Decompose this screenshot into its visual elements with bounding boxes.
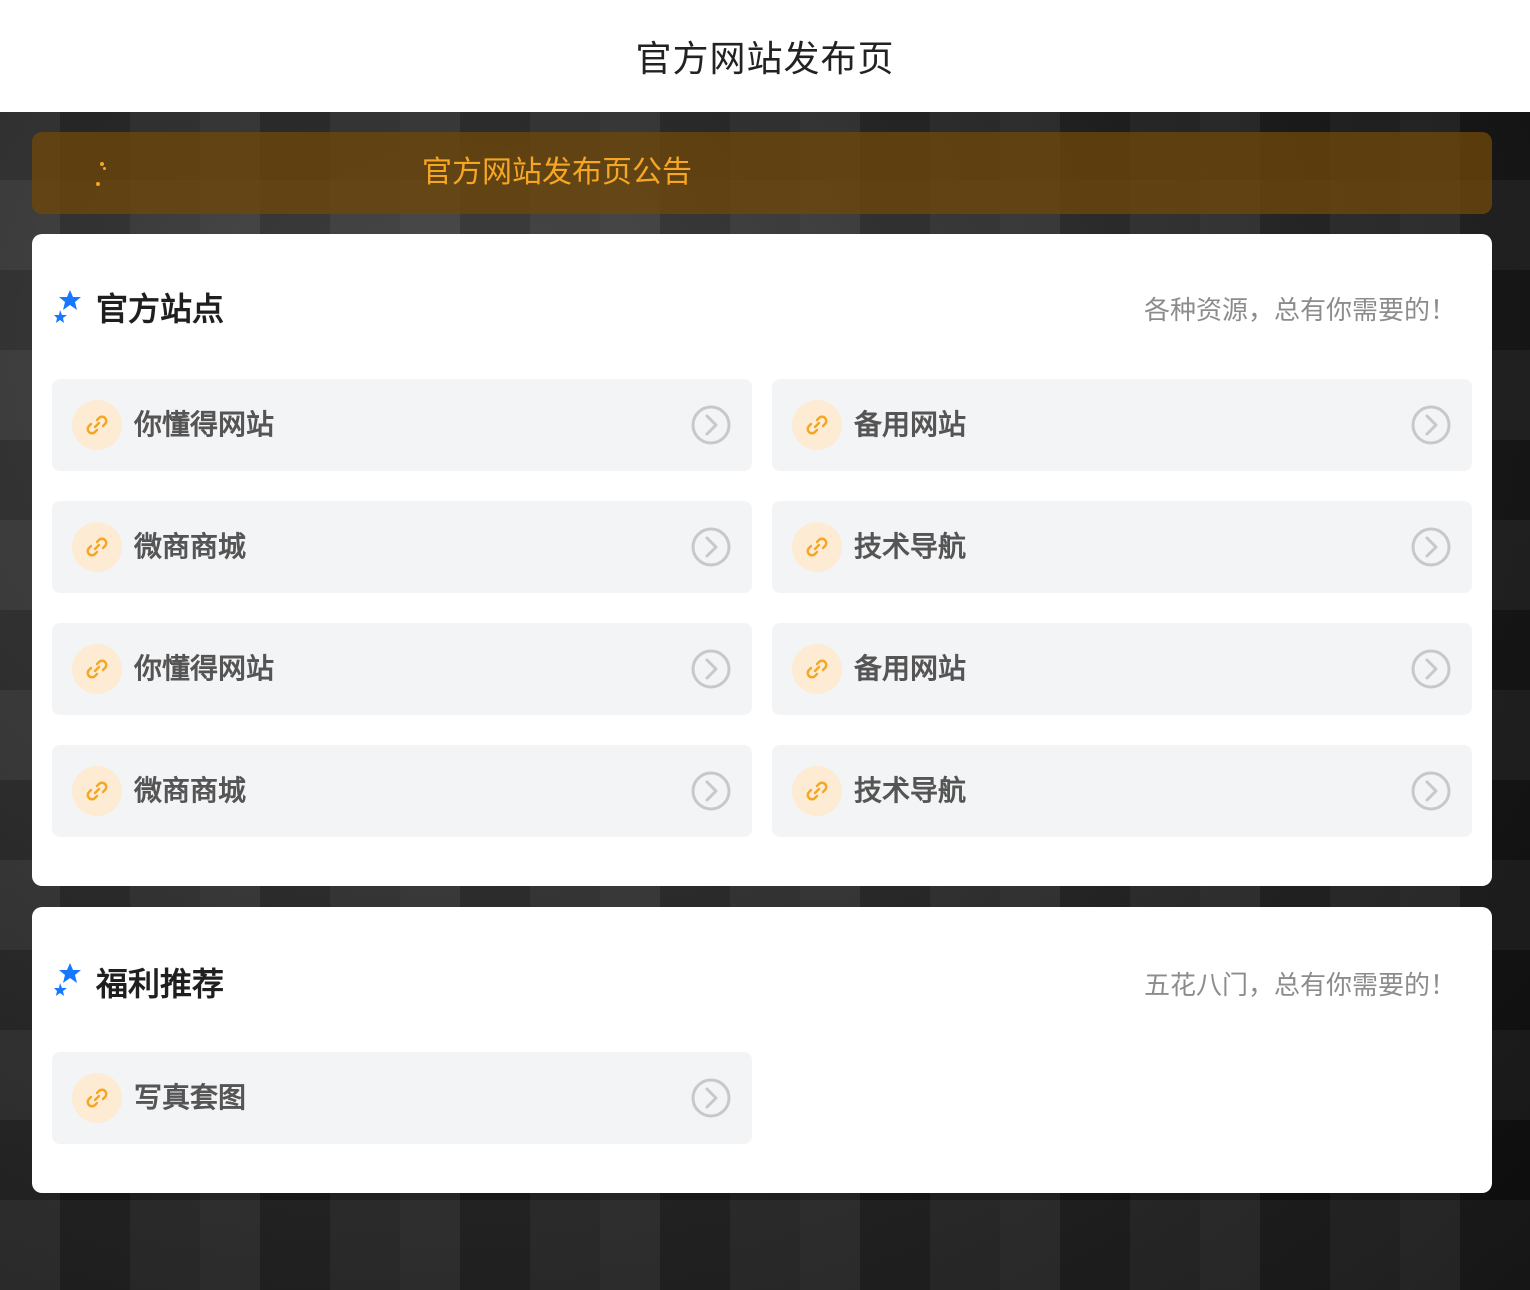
link-label: 备用网站 [854,652,967,685]
section-title: 官方站点 [96,290,225,328]
section-subtitle: 五花八门，总有你需要的！ [1143,971,1456,1001]
chevron-right-circle-icon [1411,405,1451,445]
site-link-item[interactable]: 你懂得网站 [52,379,752,471]
site-link-item[interactable]: 备用网站 [772,623,1472,715]
chevron-right-circle-icon [1411,527,1451,567]
site-link-item[interactable]: 写真套图 [52,1052,752,1144]
link-label: 备用网站 [854,408,967,441]
chevron-right-circle-icon [1411,649,1451,689]
link-label: 技术导航 [854,774,967,807]
section-header: 福利推荐 五花八门，总有你需要的！ [32,907,1492,1051]
chevron-right-circle-icon [691,1078,731,1118]
section-header: 官方站点 各种资源，总有你需要的！ [32,234,1492,378]
site-link-item[interactable]: 备用网站 [772,379,1472,471]
section-subtitle: 各种资源，总有你需要的！ [1143,296,1456,326]
notice-text: 官方网站发布页公告 [422,155,692,190]
section-title: 福利推荐 [96,965,225,1003]
link-icon [792,522,842,572]
star-badge-icon [54,963,81,996]
chevron-right-circle-icon [1411,771,1451,811]
section-welfare: 福利推荐 五花八门，总有你需要的！ 写真套图 [32,907,1492,1193]
chevron-right-circle-icon [691,527,731,567]
link-label: 微商商城 [134,774,247,807]
link-icon [792,644,842,694]
page-title: 官方网站发布页 [635,39,895,80]
loading-icon [92,162,112,190]
link-icon [72,400,122,450]
link-icon [72,644,122,694]
site-link-item[interactable]: 技术导航 [772,745,1472,837]
link-icon [792,400,842,450]
link-label: 你懂得网站 [134,652,275,685]
link-icon [72,766,122,816]
link-label: 技术导航 [854,530,967,563]
section-official-sites: 官方站点 各种资源，总有你需要的！ 你懂得网站 备用网站 微商商城 技术导航 你… [32,234,1492,886]
star-badge-icon [54,290,81,323]
link-label: 写真套图 [134,1081,247,1114]
site-link-item[interactable]: 技术导航 [772,501,1472,593]
link-icon [72,1073,122,1123]
link-label: 微商商城 [134,530,247,563]
site-link-item[interactable]: 你懂得网站 [52,623,752,715]
top-bar: 官方网站发布页 [0,0,1530,112]
link-icon [792,766,842,816]
chevron-right-circle-icon [691,405,731,445]
chevron-right-circle-icon [691,649,731,689]
notice-banner[interactable]: 官方网站发布页公告 [32,132,1492,214]
link-icon [72,522,122,572]
site-link-item[interactable]: 微商商城 [52,745,752,837]
site-link-item[interactable]: 微商商城 [52,501,752,593]
chevron-right-circle-icon [691,771,731,811]
link-label: 你懂得网站 [134,408,275,441]
